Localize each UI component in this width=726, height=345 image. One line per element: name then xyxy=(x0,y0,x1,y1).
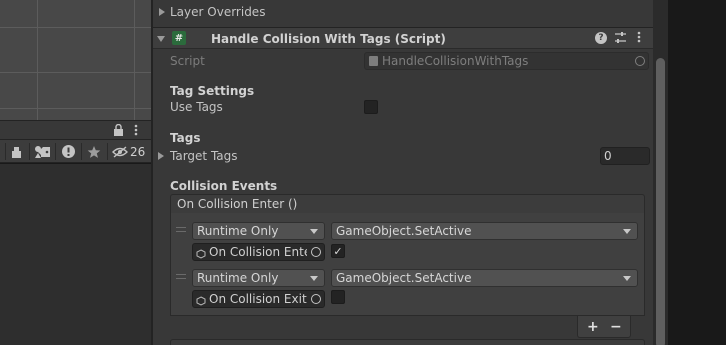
gameobject-icon xyxy=(196,294,206,306)
gameobject-icon xyxy=(196,247,206,259)
script-object-field: HandleCollisionWithTags xyxy=(364,52,649,70)
runtime-dropdown[interactable]: Runtime Only xyxy=(192,269,325,287)
presets-icon[interactable] xyxy=(614,31,628,45)
runtime-value: Runtime Only xyxy=(197,271,279,285)
chevron-down-icon xyxy=(623,276,631,281)
hierarchy-list[interactable] xyxy=(0,164,151,345)
warning-icon[interactable] xyxy=(59,143,77,160)
layer-overrides-label[interactable]: Layer Overrides xyxy=(170,5,265,19)
function-value: GameObject.SetActive xyxy=(336,271,472,285)
runtime-value: Runtime Only xyxy=(197,224,279,238)
component-title: Handle Collision With Tags (Script) xyxy=(211,32,446,46)
chevron-down-icon xyxy=(623,229,631,234)
argument-checkbox[interactable]: ✓ xyxy=(331,244,345,258)
function-dropdown[interactable]: GameObject.SetActive xyxy=(331,269,638,287)
script-value: HandleCollisionWithTags xyxy=(382,54,529,68)
tags-heading: Tags xyxy=(170,131,201,145)
more-menu-icon[interactable] xyxy=(132,123,140,137)
drag-handle-icon[interactable] xyxy=(176,227,186,232)
add-button[interactable]: + xyxy=(587,319,599,335)
tag-label-icon[interactable] xyxy=(35,144,53,160)
list-footer xyxy=(577,316,631,338)
toolbar-separator xyxy=(5,143,6,160)
toolbar-separator xyxy=(81,143,82,160)
argument-checkbox[interactable] xyxy=(331,290,345,304)
hidden-count: 26 xyxy=(130,145,146,159)
tools-icon[interactable] xyxy=(9,143,25,160)
use-tags-checkbox[interactable] xyxy=(364,100,378,114)
grid-line xyxy=(37,0,38,120)
drag-handle-icon[interactable] xyxy=(176,274,186,279)
hierarchy-header xyxy=(0,120,151,140)
remove-button[interactable]: − xyxy=(610,319,622,335)
toolbar-separator xyxy=(29,143,30,160)
grid-line xyxy=(0,27,151,28)
script-file-icon xyxy=(369,56,378,66)
target-object-value: On Collision Exit xyxy=(209,292,307,306)
target-tags-size-value: 0 xyxy=(604,149,612,163)
script-label: Script xyxy=(170,54,205,68)
empty-region xyxy=(668,0,726,345)
tag-settings-heading: Tag Settings xyxy=(170,84,255,98)
scrollbar-thumb[interactable] xyxy=(656,58,665,345)
event-header: On Collision Enter () xyxy=(170,194,645,214)
star-icon[interactable] xyxy=(85,143,103,160)
target-tags-label[interactable]: Target Tags xyxy=(170,149,238,163)
collapse-arrow-icon[interactable] xyxy=(157,36,165,42)
scene-view[interactable] xyxy=(0,0,151,120)
next-event-header xyxy=(170,339,645,345)
use-tags-label: Use Tags xyxy=(170,100,223,114)
chevron-down-icon xyxy=(310,276,318,281)
event-title: On Collision Enter () xyxy=(177,197,298,211)
grid-line xyxy=(0,108,151,109)
object-picker-icon[interactable] xyxy=(311,247,321,257)
target-object-value: On Collision Enter xyxy=(209,245,307,259)
target-object-field[interactable]: On Collision Exit xyxy=(192,290,325,308)
function-dropdown[interactable]: GameObject.SetActive xyxy=(331,222,638,240)
target-object-field[interactable]: On Collision Enter xyxy=(192,243,325,261)
lock-icon[interactable] xyxy=(112,123,124,137)
object-picker-icon[interactable] xyxy=(311,294,321,304)
expand-arrow-icon[interactable] xyxy=(158,152,164,160)
target-tags-size-field[interactable]: 0 xyxy=(600,147,650,165)
script-hash-icon: # xyxy=(172,31,186,45)
function-value: GameObject.SetActive xyxy=(336,224,472,238)
help-icon[interactable]: ? xyxy=(595,32,607,44)
toolbar-separator xyxy=(107,143,108,160)
toolbar-separator xyxy=(55,143,56,160)
chevron-down-icon xyxy=(310,229,318,234)
object-picker-icon xyxy=(635,56,645,66)
runtime-dropdown[interactable]: Runtime Only xyxy=(192,222,325,240)
expand-arrow-icon[interactable] xyxy=(159,8,165,16)
hidden-eye-icon[interactable] xyxy=(111,143,129,160)
more-menu-icon[interactable] xyxy=(637,31,643,45)
collision-events-heading: Collision Events xyxy=(170,179,278,193)
grid-line xyxy=(0,72,151,73)
grid-line xyxy=(134,0,135,120)
